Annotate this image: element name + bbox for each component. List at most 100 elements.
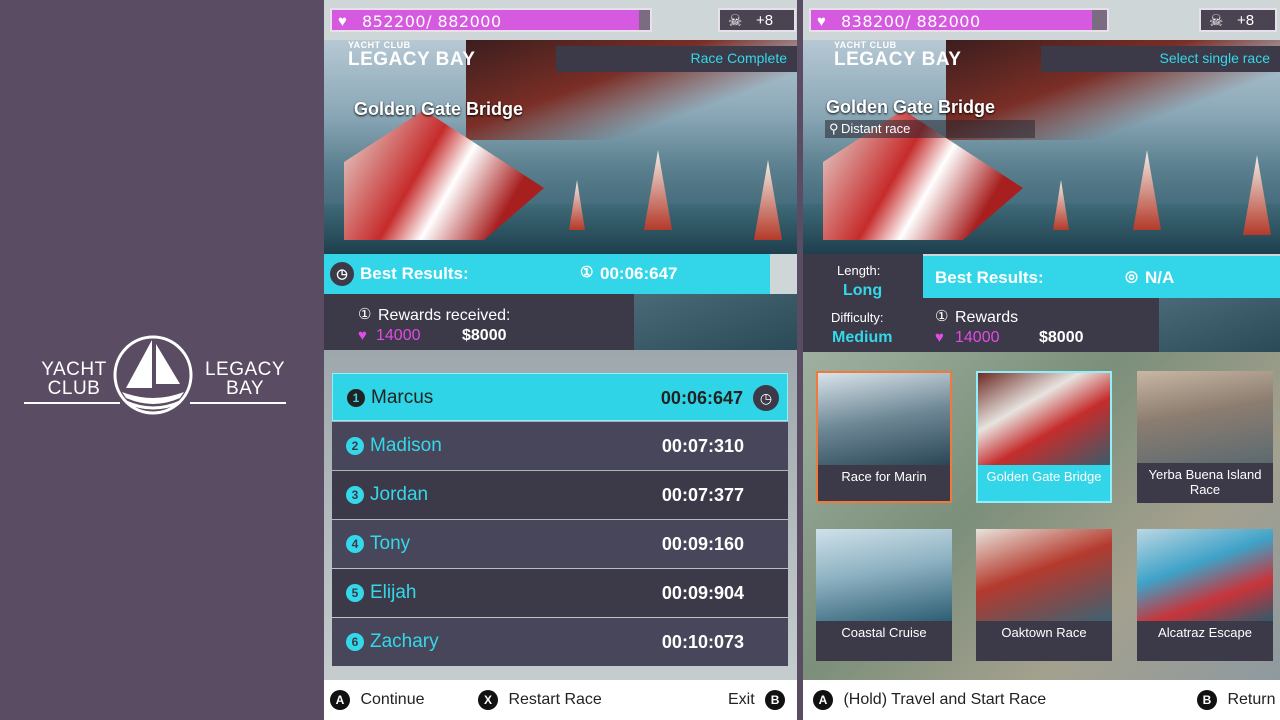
reward-hearts: 14000 bbox=[376, 327, 421, 344]
racer-name: Jordan bbox=[370, 484, 429, 505]
heart-icon: ♥ bbox=[358, 327, 367, 344]
hero-image bbox=[803, 40, 1280, 254]
rank-badge: 6 bbox=[346, 633, 364, 651]
a-button-icon: A bbox=[330, 690, 350, 710]
racer-time: 00:07:310 bbox=[661, 436, 744, 456]
racer-time: 00:06:647 bbox=[660, 388, 743, 408]
skull-icon: ☠ bbox=[1209, 13, 1224, 30]
return-label: Return bbox=[1227, 691, 1276, 708]
travel-and-start-label: (Hold) Travel and Start Race bbox=[843, 691, 1047, 708]
rank-badge: 3 bbox=[346, 486, 364, 504]
difficulty-value: Medium bbox=[832, 329, 893, 346]
track-title: Golden Gate Bridge bbox=[354, 99, 524, 119]
brand-word-legacy: LEGACY bbox=[204, 359, 286, 380]
game-logo: YACHT CLUB LEGACY BAY bbox=[834, 40, 961, 71]
brand-divider-left bbox=[24, 402, 120, 404]
race-select-panel: ♥ 838200/ 882000 ☠ +8 YACHT CLUB LEGACY … bbox=[803, 0, 1280, 720]
leaderboard-row: 2 Madison 00:07:310 bbox=[332, 422, 788, 470]
continue-label: Continue bbox=[360, 691, 425, 708]
best-results-label: Best Results: bbox=[935, 268, 1044, 287]
leaderboard-row: 6 Zachary 00:10:073 bbox=[332, 618, 788, 666]
racer-name: Elijah bbox=[370, 582, 417, 603]
brand-left-text: YACHT CLUB bbox=[34, 360, 114, 398]
exit-button[interactable]: Exit B bbox=[728, 690, 786, 710]
health-bar: ♥ 852200/ 882000 bbox=[330, 8, 652, 32]
screen-status: Race Complete bbox=[556, 46, 797, 72]
best-time: 00:06:647 bbox=[600, 264, 678, 283]
health-bar: ♥ 838200/ 882000 bbox=[809, 8, 1109, 32]
race-card-coastal-cruise[interactable]: Coastal Cruise bbox=[816, 529, 952, 661]
rewards-strip: ① Rewards ♥ 14000 $8000 bbox=[923, 298, 1159, 352]
rewards-label: Rewards bbox=[955, 309, 1019, 326]
race-results-panel: ♥ 852200/ 882000 ☠ +8 YACHT CLUB LEGACY … bbox=[324, 0, 797, 720]
racer-time: 00:09:160 bbox=[661, 534, 744, 554]
skull-count: +8 bbox=[1237, 12, 1255, 29]
skull-counter: ☠ +8 bbox=[718, 8, 796, 32]
yacht-graphic bbox=[754, 160, 782, 240]
race-card-oaktown-race[interactable]: Oaktown Race bbox=[976, 529, 1112, 661]
race-thumbnail bbox=[816, 529, 952, 621]
restart-race-label: Restart Race bbox=[508, 691, 602, 708]
rewards-image bbox=[634, 294, 797, 350]
race-card-title: Yerba Buena Island Race bbox=[1148, 467, 1262, 497]
length-label: Length: bbox=[837, 263, 881, 278]
brand-word-bay: BAY bbox=[225, 378, 265, 399]
a-button-icon: A bbox=[813, 690, 833, 710]
race-card-golden-gate-bridge[interactable]: Golden Gate Bridge bbox=[976, 371, 1112, 503]
track-title: Golden Gate Bridge bbox=[826, 97, 996, 117]
best-results-strip: ◷ Best Results: ① 00:06:647 bbox=[324, 254, 770, 294]
yacht-graphic bbox=[644, 150, 672, 230]
yacht-graphic bbox=[1243, 155, 1271, 235]
best-time-clock-icon: ◷ bbox=[753, 385, 779, 411]
racer-name: Madison bbox=[370, 435, 442, 456]
brand-divider-right bbox=[190, 402, 286, 404]
race-card-alcatraz-escape[interactable]: Alcatraz Escape bbox=[1137, 529, 1273, 661]
race-card-title: Race for Marin bbox=[841, 469, 927, 484]
leaderboard-row: 4 Tony 00:09:160 bbox=[332, 520, 788, 568]
racer-name: Zachary bbox=[370, 631, 439, 652]
leaderboard-row: 1 Marcus 00:06:647 ◷ bbox=[332, 373, 788, 421]
best-value: N/A bbox=[1145, 268, 1175, 287]
racer-name: Marcus bbox=[371, 387, 434, 408]
travel-and-start-race-button[interactable]: A (Hold) Travel and Start Race bbox=[813, 690, 1046, 710]
race-thumbnail bbox=[818, 373, 950, 465]
skull-count: +8 bbox=[756, 12, 774, 29]
rewards-strip: ① Rewards received: ♥ 14000 $8000 bbox=[324, 294, 634, 350]
race-card-title: Alcatraz Escape bbox=[1158, 625, 1252, 640]
return-button[interactable]: B Return bbox=[1197, 690, 1275, 710]
medal-icon: ◎ bbox=[1125, 268, 1139, 285]
health-value: 838200/ 882000 bbox=[841, 12, 981, 31]
brand-logo: YACHT CLUB LEGACY BAY bbox=[22, 330, 290, 415]
medal-icon: ① bbox=[580, 264, 594, 281]
difficulty-label: Difficulty: bbox=[831, 310, 884, 325]
race-thumbnail bbox=[978, 373, 1110, 465]
game-logo: YACHT CLUB LEGACY BAY bbox=[348, 40, 475, 71]
rank-badge: 2 bbox=[346, 437, 364, 455]
reward-cash: $8000 bbox=[462, 327, 507, 344]
racer-time: 00:10:073 bbox=[661, 632, 744, 652]
race-card-title: Golden Gate Bridge bbox=[986, 469, 1102, 484]
race-thumbnail bbox=[976, 529, 1112, 621]
race-card-yerba-buena-island-race[interactable]: Yerba Buena Island Race bbox=[1137, 371, 1273, 503]
race-card-race-for-marin[interactable]: Race for Marin bbox=[816, 371, 952, 503]
select-footer: A (Hold) Travel and Start Race B Return bbox=[803, 680, 1280, 720]
best-results-strip: Best Results: ◎ N/A bbox=[923, 256, 1280, 298]
reward-hearts: 14000 bbox=[955, 329, 1000, 346]
race-thumbnail bbox=[1137, 529, 1273, 621]
exit-label: Exit bbox=[728, 691, 755, 708]
screen-status: Select single race bbox=[1041, 46, 1280, 72]
clock-icon: ◷ bbox=[330, 262, 354, 286]
rewards-label: Rewards received: bbox=[378, 307, 511, 324]
restart-race-button[interactable]: X Restart Race bbox=[478, 690, 602, 710]
heart-icon: ♥ bbox=[817, 13, 826, 30]
leaderboard-row: 3 Jordan 00:07:377 bbox=[332, 471, 788, 519]
continue-button[interactable]: A Continue bbox=[330, 690, 425, 710]
race-card-title: Coastal Cruise bbox=[841, 625, 927, 640]
medal-icon: ① bbox=[358, 306, 372, 323]
brand-right-text: LEGACY BAY bbox=[200, 360, 290, 398]
sailboat-emblem-icon bbox=[113, 335, 193, 415]
rank-badge: 1 bbox=[347, 389, 365, 407]
leaderboard: 1 Marcus 00:06:647 ◷ 2 Madison 00:07:310… bbox=[332, 373, 788, 668]
racer-time: 00:09:904 bbox=[661, 583, 744, 603]
race-card-title: Oaktown Race bbox=[1001, 625, 1087, 640]
